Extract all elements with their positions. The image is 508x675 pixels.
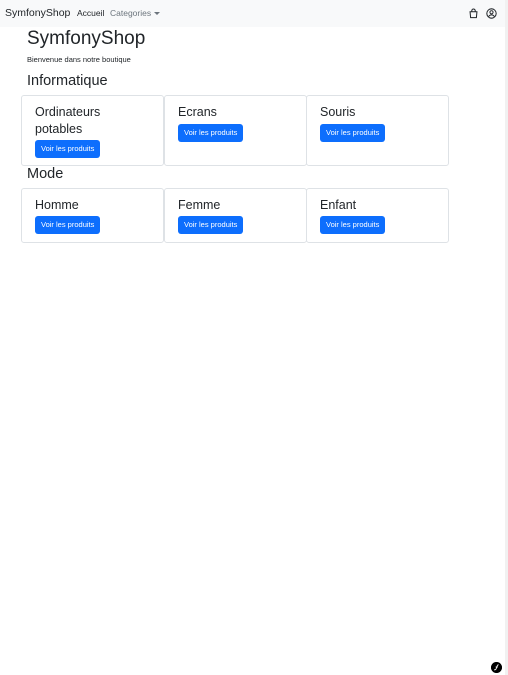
symfony-toolbar-icon[interactable]	[491, 662, 502, 673]
category-title: Ordinateurs potables	[35, 105, 101, 136]
category-card: Ordinateurs potables Voir les produits	[21, 95, 164, 166]
category-card: Femme Voir les produits	[164, 188, 307, 243]
view-products-button[interactable]: Voir les produits	[320, 124, 386, 142]
category-card: Souris Voir les produits	[306, 95, 449, 166]
chevron-down-icon	[154, 12, 161, 15]
shopping-bag-icon[interactable]	[468, 8, 479, 19]
category-card: Ecrans Voir les produits	[164, 95, 307, 166]
nav-link-accueil[interactable]: Accueil	[77, 8, 104, 18]
view-products-button[interactable]: Voir les produits	[178, 216, 244, 234]
category-card: Enfant Voir les produits	[306, 188, 449, 243]
section-title-informatique: Informatique	[27, 73, 108, 89]
category-title: Ecrans	[178, 105, 217, 119]
category-title: Enfant	[320, 198, 357, 212]
navbar: SymfonyShop Accueil Categories	[0, 0, 508, 27]
user-circle-icon[interactable]	[486, 8, 497, 19]
page-title: SymfonyShop	[27, 28, 146, 49]
view-products-button[interactable]: Voir les produits	[35, 140, 101, 158]
view-products-button[interactable]: Voir les produits	[178, 124, 244, 142]
category-card: Homme Voir les produits	[21, 188, 164, 243]
nav-dropdown-categories[interactable]: Categories	[110, 8, 161, 18]
category-title: Homme	[35, 198, 79, 212]
page-subtitle: Bienvenue dans notre boutique	[27, 55, 131, 64]
category-title: Souris	[320, 105, 356, 119]
category-title: Femme	[178, 198, 221, 212]
brand-link[interactable]: SymfonyShop	[5, 7, 70, 19]
section-title-mode: Mode	[27, 166, 64, 182]
view-products-button[interactable]: Voir les produits	[35, 216, 101, 234]
view-products-button[interactable]: Voir les produits	[320, 216, 386, 234]
nav-categories-label: Categories	[110, 8, 152, 18]
